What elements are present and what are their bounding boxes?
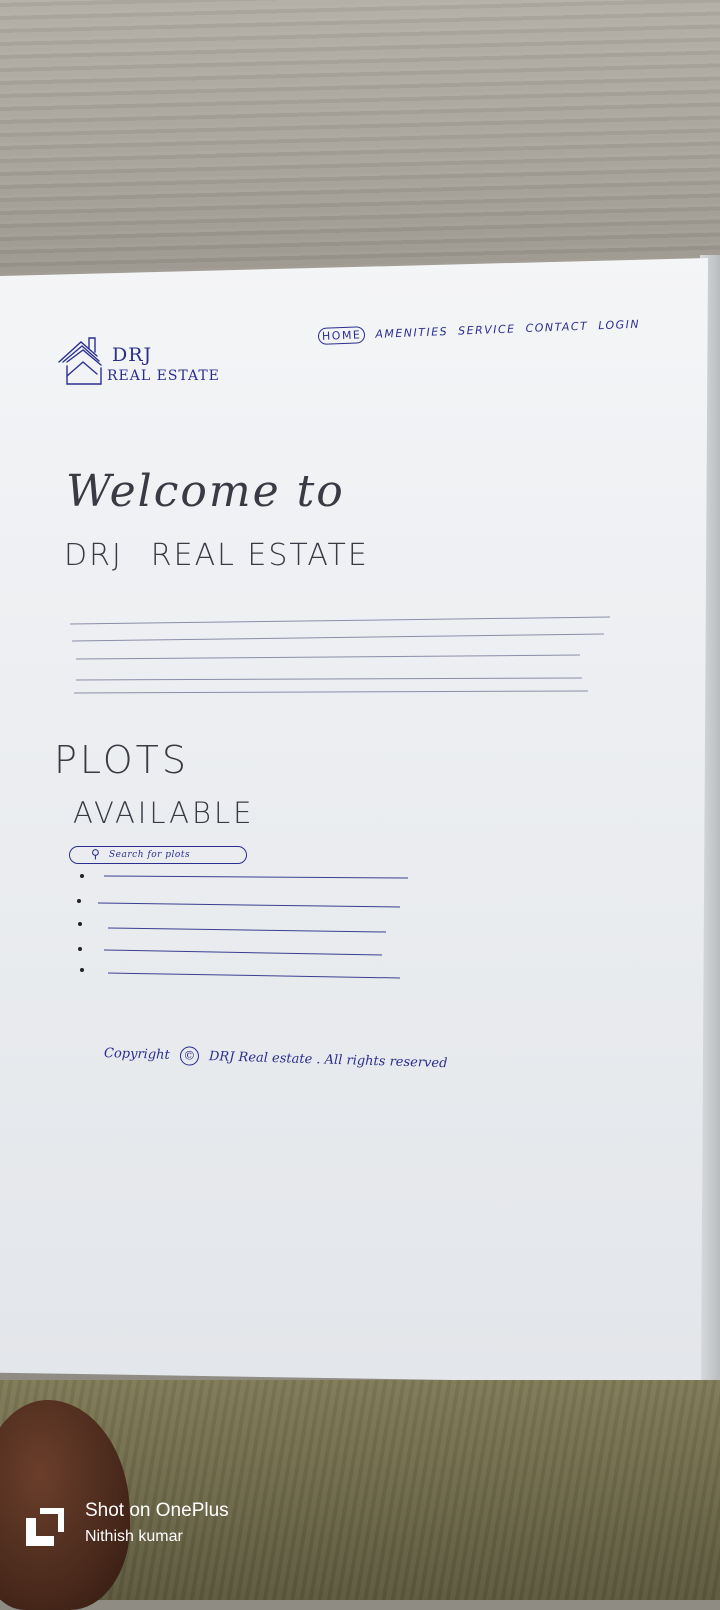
list-bullet — [80, 968, 84, 972]
watermark-title: Shot on OnePlus — [85, 1500, 229, 1521]
list-line — [103, 949, 383, 956]
list-line — [107, 972, 401, 979]
list-line — [107, 927, 387, 933]
oneplus-logo-icon — [26, 1508, 64, 1546]
list-bullet — [78, 922, 82, 926]
copyright-icon: © — [179, 1046, 200, 1066]
copyright-prefix: Copyright — [103, 1046, 170, 1063]
list-line — [103, 875, 409, 879]
list-bullet — [78, 947, 82, 951]
list-bullet — [80, 874, 84, 878]
watermark-author: Nithish kumar — [85, 1528, 183, 1545]
list-line — [97, 902, 401, 908]
list-bullet — [77, 899, 81, 903]
